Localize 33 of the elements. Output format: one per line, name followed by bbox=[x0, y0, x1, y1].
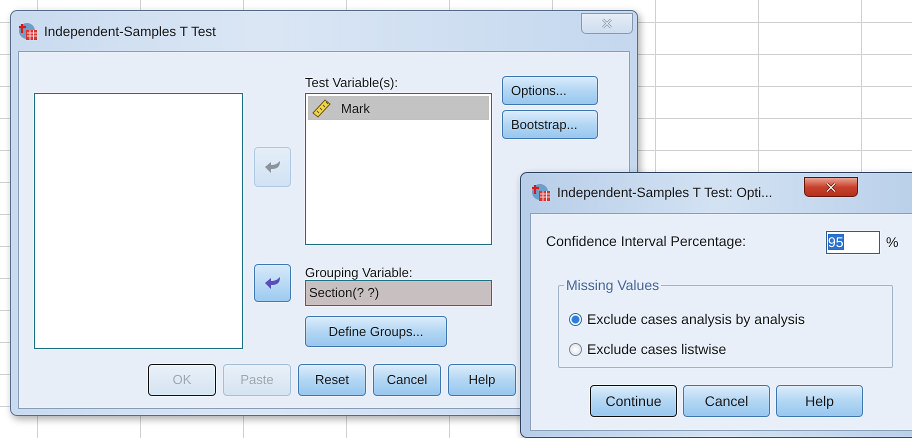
test-variable-list[interactable]: Mark bbox=[305, 93, 492, 245]
arrow-icon bbox=[264, 275, 282, 291]
dialog-button[interactable]: Options... bbox=[502, 76, 598, 105]
app-icon bbox=[531, 182, 551, 202]
list-item[interactable]: Mark bbox=[308, 96, 489, 120]
move-button[interactable] bbox=[254, 264, 291, 302]
dialog-button[interactable]: Help bbox=[776, 385, 863, 417]
window-title: Independent-Samples T Test bbox=[44, 24, 216, 38]
ruler-icon bbox=[311, 98, 333, 118]
radio-button[interactable] bbox=[569, 312, 582, 326]
window-title: Independent-Samples T Test: Opti... bbox=[557, 184, 772, 200]
unit-label: % bbox=[886, 234, 900, 250]
dialog-button[interactable]: Bootstrap... bbox=[502, 110, 598, 139]
radio-option[interactable]: Exclude cases analysis by analysis bbox=[569, 304, 805, 334]
dialog-button[interactable]: Continue bbox=[590, 385, 677, 417]
dialog-button[interactable]: Help bbox=[448, 364, 516, 396]
radio-option[interactable]: Exclude cases listwise bbox=[569, 334, 726, 364]
group-title: Missing Values bbox=[564, 277, 662, 293]
dialog-button[interactable]: Cancel bbox=[373, 364, 441, 396]
app-icon bbox=[18, 21, 38, 41]
arrow-icon bbox=[264, 159, 282, 175]
dialog-button[interactable]: Reset bbox=[298, 364, 366, 396]
close-icon bbox=[601, 18, 613, 29]
field-label: Test Variable(s): bbox=[305, 74, 399, 92]
field-label: Grouping Variable: bbox=[305, 265, 414, 280]
input-field[interactable]: 95 bbox=[826, 230, 880, 254]
radio-button[interactable] bbox=[569, 342, 582, 356]
grouping-variable-field[interactable]: Section(? ?) bbox=[305, 280, 492, 306]
define-groups-button[interactable]: Define Groups... bbox=[305, 316, 447, 347]
dialog-button[interactable]: Cancel bbox=[683, 385, 770, 417]
close-icon bbox=[825, 182, 838, 192]
close-button[interactable] bbox=[804, 177, 858, 197]
field-label: Confidence Interval Percentage: bbox=[546, 232, 746, 251]
